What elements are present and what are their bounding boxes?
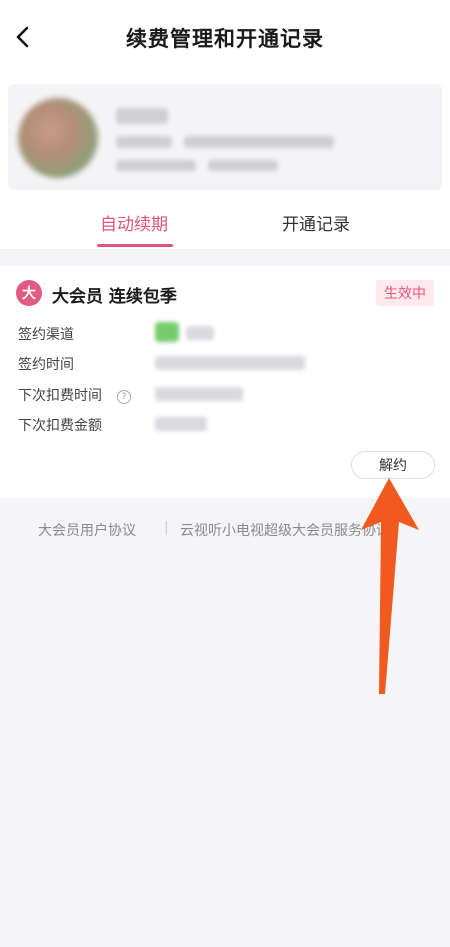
blurred-value — [155, 356, 305, 370]
back-button[interactable] — [6, 20, 40, 54]
profile-card — [8, 84, 442, 190]
tab-label: 自动续期 — [100, 214, 168, 235]
avatar — [18, 98, 98, 178]
blurred-value — [186, 326, 214, 340]
member-badge-icon: 大 — [16, 280, 42, 306]
blurred-info-line — [184, 136, 334, 148]
page-title: 续费管理和开通记录 — [126, 27, 324, 51]
plan-name: 大会员 连续包季 — [52, 287, 177, 307]
header-bar: 续费管理和开通记录 — [0, 0, 450, 76]
status-badge: 生效中 — [376, 280, 434, 306]
blurred-username — [116, 108, 168, 124]
blurred-info-line — [208, 160, 278, 171]
tab-bar: 自动续期 开通记录 — [0, 194, 450, 250]
pointer-arrow-icon — [361, 478, 419, 694]
tab-purchase-records[interactable]: 开通记录 — [216, 194, 416, 250]
agreement-link[interactable]: 大会员用户协议 — [38, 520, 136, 540]
active-tab-indicator — [97, 244, 173, 247]
row-label-channel: 签约渠道 — [18, 327, 74, 343]
row-label-next-charge-amount: 下次扣费金额 — [18, 418, 102, 434]
profile-section — [0, 76, 450, 194]
blurred-info-line — [116, 160, 196, 171]
blurred-value — [155, 417, 207, 431]
link-separator: | — [164, 520, 169, 536]
wechat-pay-icon — [155, 322, 179, 342]
help-icon[interactable]: ? — [117, 390, 131, 404]
blurred-value — [155, 387, 243, 401]
blurred-info-line — [116, 136, 172, 148]
row-label-sign-time: 签约时间 — [18, 357, 74, 373]
chevron-left-icon — [16, 26, 29, 48]
tab-label: 开通记录 — [282, 214, 350, 235]
tab-auto-renew[interactable]: 自动续期 — [34, 194, 234, 250]
row-label-next-charge-time: 下次扣费时间 — [18, 388, 102, 404]
subscription-card: 大 大会员 连续包季 生效中 签约渠道 签约时间 下次扣费时间 ? 下次扣费金额… — [0, 266, 450, 498]
